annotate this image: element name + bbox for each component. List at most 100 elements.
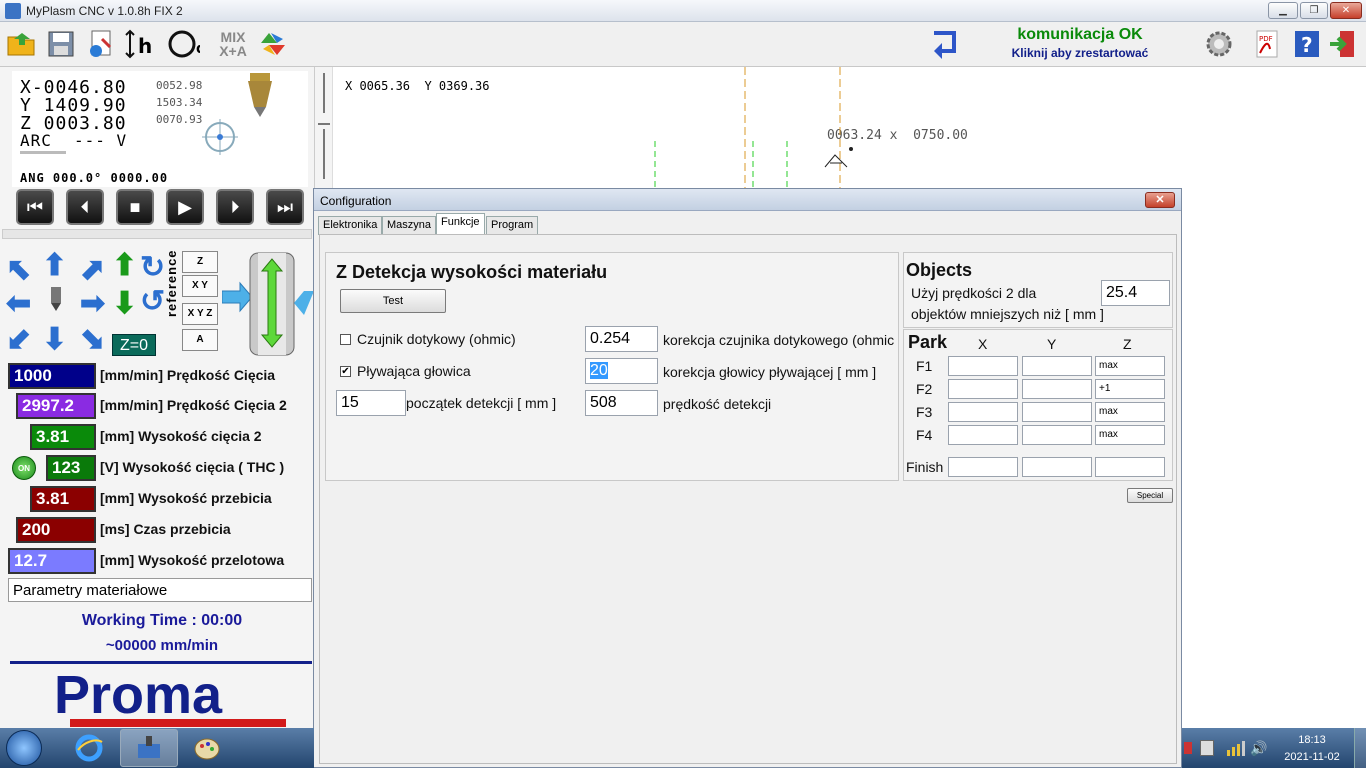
rewind-button[interactable]: ⏮ <box>16 189 54 225</box>
ref-xy-button[interactable]: X Y <box>182 275 218 297</box>
gear-icon[interactable] <box>1202 26 1236 62</box>
park-f2-x[interactable] <box>948 379 1018 399</box>
save-icon[interactable] <box>44 26 78 62</box>
ref-z-button[interactable]: Z <box>182 251 218 273</box>
ref-xyz-button[interactable]: X Y Z <box>182 303 218 325</box>
jog-down-left-button[interactable]: ⬋ <box>6 325 31 355</box>
cut-speed-value[interactable]: 1000 <box>8 363 96 389</box>
ohmic-checkbox[interactable] <box>340 334 351 345</box>
cut-speed-2-value[interactable]: 2997.2 <box>16 393 96 419</box>
cut-height-2-value[interactable]: 3.81 <box>30 424 96 450</box>
park-f4-x[interactable] <box>948 425 1018 445</box>
park-f4-label: F4 <box>916 427 933 443</box>
crosshair-icon <box>202 119 238 158</box>
park-f4-z[interactable]: max <box>1095 425 1165 445</box>
pdf-icon[interactable]: PDF <box>1250 26 1284 62</box>
minimize-button[interactable]: ▁ <box>1268 2 1298 19</box>
jog-up-button[interactable]: ⬆ <box>42 251 67 281</box>
clock-time[interactable]: 18:13 <box>1282 734 1342 746</box>
jog-down-right-button[interactable]: ⬊ <box>80 325 105 355</box>
z-detection-heading: Z Detekcja wysokości materiału <box>336 262 608 282</box>
step-forward-button[interactable]: ⏵ <box>216 189 254 225</box>
pierce-height-value[interactable]: 3.81 <box>30 486 96 512</box>
jog-right-button[interactable]: ➡ <box>80 289 105 319</box>
connection-status[interactable]: komunikacja OK Kliknij aby zrestartować <box>1000 26 1160 60</box>
close-button[interactable]: ✕ <box>1330 2 1362 19</box>
height-h-icon[interactable]: h <box>124 26 158 62</box>
volume-icon[interactable]: 🔊 <box>1250 740 1267 757</box>
jog-left-button[interactable]: ⬅ <box>6 289 31 319</box>
network-icon[interactable] <box>1226 740 1246 759</box>
detection-speed-input[interactable]: 508 <box>585 390 658 416</box>
tab-program[interactable]: Program <box>486 216 539 235</box>
cut-height-2-label: [mm] Wysokość cięcia 2 <box>100 428 262 444</box>
stop-button[interactable]: ■ <box>116 189 154 225</box>
special-button[interactable]: Special <box>1127 488 1173 503</box>
tab-funkcje[interactable]: Funkcje <box>436 213 485 235</box>
rotate-ccw-button[interactable]: ↻ <box>140 253 165 283</box>
park-f1-z[interactable]: max <box>1095 356 1165 376</box>
exit-icon[interactable] <box>1326 26 1360 62</box>
park-finish-z[interactable] <box>1095 457 1165 477</box>
thc-value[interactable]: 123 <box>46 455 96 481</box>
play-button[interactable]: ▶ <box>166 189 204 225</box>
zero-z-button[interactable]: Z=0 <box>112 334 156 356</box>
jog-down-button[interactable]: ⬇ <box>42 325 67 355</box>
clock-date[interactable]: 2021-11-02 <box>1276 751 1348 763</box>
test-button[interactable]: Test <box>340 289 446 313</box>
jog-up-right-button[interactable]: ⬈ <box>80 255 105 285</box>
ohmic-correction-input[interactable]: 0.254 <box>585 326 658 352</box>
app-icon <box>5 3 21 19</box>
floating-head-correction-label: korekcja głowicy pływającej [ mm ] <box>663 364 877 380</box>
settings-doc-icon[interactable] <box>84 26 118 62</box>
floating-head-correction-input[interactable]: 20 <box>585 358 658 384</box>
park-f1-y[interactable] <box>1022 356 1092 376</box>
jog-z-down-button[interactable]: ⬇ <box>112 289 137 319</box>
park-group: Park X Y Z F1 max F2 +1 F3 max F4 max Fi… <box>903 329 1173 481</box>
detection-start-label: początek detekcji [ mm ] <box>406 395 557 411</box>
objects-size-input[interactable]: 25.4 <box>1101 280 1170 306</box>
travel-height-value[interactable]: 12.7 <box>8 548 96 574</box>
convert-icon[interactable] <box>256 26 290 62</box>
thc-toggle[interactable]: ON <box>12 456 36 480</box>
pierce-time-value[interactable]: 200 <box>16 517 96 543</box>
tab-maszyna[interactable]: Maszyna <box>382 216 437 235</box>
rotate-cw-button[interactable]: ↺ <box>140 287 165 317</box>
park-f1-x[interactable] <box>948 356 1018 376</box>
show-desktop-button[interactable] <box>1354 728 1366 768</box>
diameter-d-icon[interactable]: d <box>166 26 200 62</box>
park-finish-y[interactable] <box>1022 457 1092 477</box>
floating-head-checkbox[interactable]: ✔ <box>340 366 351 377</box>
open-folder-icon[interactable] <box>4 26 38 62</box>
detection-start-input[interactable]: 15 <box>336 390 406 416</box>
ie-taskbar-icon[interactable] <box>72 732 106 764</box>
svg-text:h: h <box>138 34 152 58</box>
park-finish-x[interactable] <box>948 457 1018 477</box>
park-f3-y[interactable] <box>1022 402 1092 422</box>
jog-up-left-button[interactable]: ⬉ <box>6 255 31 285</box>
arc-bar <box>20 151 66 154</box>
park-f3-x[interactable] <box>948 402 1018 422</box>
dro-arc: ARC <box>20 131 52 150</box>
paint-taskbar-icon[interactable] <box>190 732 224 764</box>
mix-xa-icon[interactable]: MIX X+A <box>216 26 250 62</box>
myplasm-taskbar-icon[interactable] <box>120 729 178 767</box>
park-f2-y[interactable] <box>1022 379 1092 399</box>
park-f2-z[interactable]: +1 <box>1095 379 1165 399</box>
tab-elektronika[interactable]: Elektronika <box>318 216 383 235</box>
ref-a-button[interactable]: A <box>182 329 218 351</box>
park-f4-y[interactable] <box>1022 425 1092 445</box>
flag-icon[interactable] <box>1184 742 1192 754</box>
restart-arrow-icon[interactable] <box>928 26 962 62</box>
usb-icon[interactable] <box>1200 740 1214 756</box>
fast-forward-button[interactable]: ⏭ <box>266 189 304 225</box>
dialog-close-button[interactable]: ✕ <box>1145 192 1175 208</box>
material-params-dropdown[interactable]: Parametry materiałowe <box>8 578 312 602</box>
help-icon[interactable]: ? <box>1290 26 1324 62</box>
step-back-button[interactable]: ⏴ <box>66 189 104 225</box>
start-button[interactable] <box>6 730 42 766</box>
jog-z-up-button[interactable]: ⬆ <box>112 251 137 281</box>
park-f3-z[interactable]: max <box>1095 402 1165 422</box>
maximize-button[interactable]: ❐ <box>1300 2 1328 19</box>
drawing-canvas[interactable]: X 0065.36 Y 0369.36 0063.24 x 0750.00 <box>314 67 1366 188</box>
